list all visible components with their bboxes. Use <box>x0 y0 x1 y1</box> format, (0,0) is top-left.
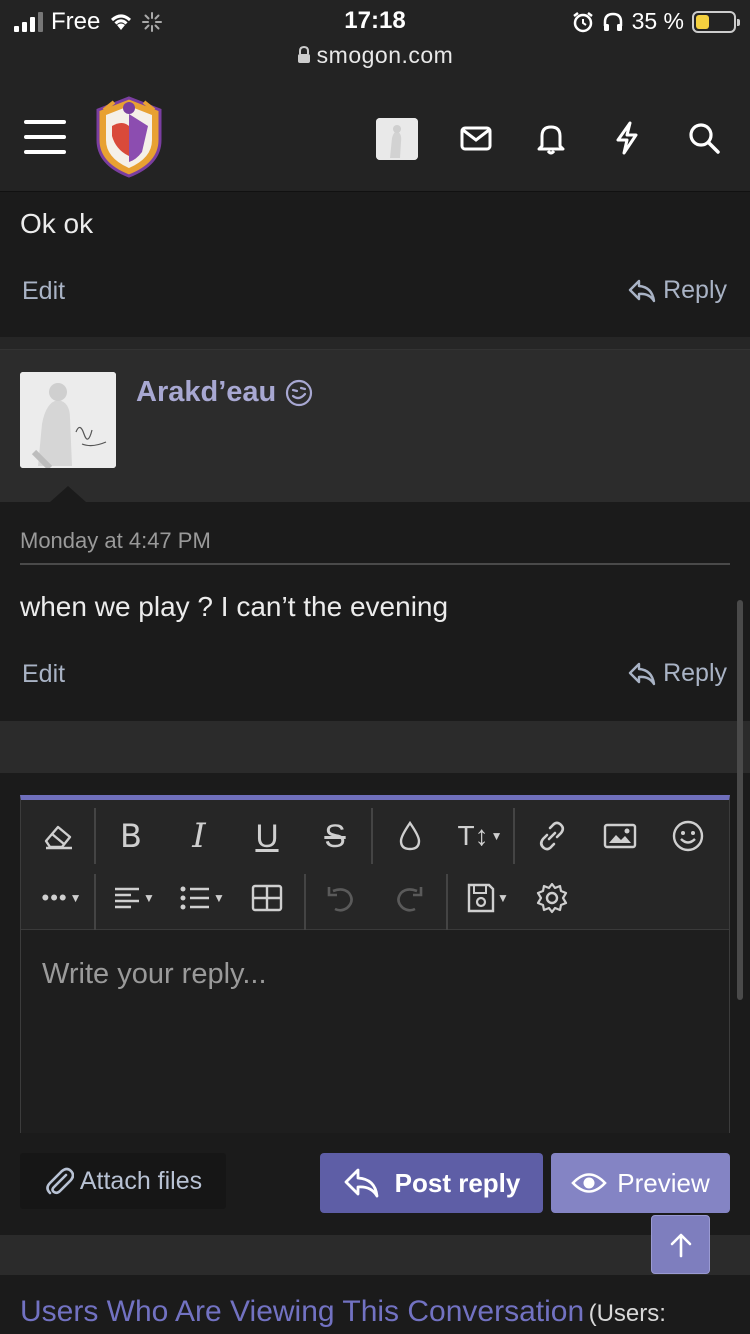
text-size-icon[interactable]: T↕ ▼ <box>451 812 509 860</box>
underline-icon[interactable]: U <box>243 812 291 860</box>
message-text: Ok ok <box>20 208 94 239</box>
message-date[interactable]: Monday at 4:47 PM <box>20 528 211 554</box>
editor-toolbar: B I U S T↕ ▼ ••• ▼ ▼ ▼ ▼ <box>21 800 729 930</box>
battery-fill <box>696 14 709 29</box>
preview-button[interactable]: Preview <box>551 1153 730 1213</box>
eraser-icon[interactable] <box>35 812 83 860</box>
reply-label: Reply <box>663 659 727 687</box>
mail-icon[interactable] <box>458 120 494 156</box>
smiley-icon[interactable] <box>664 812 712 860</box>
alarm-icon <box>572 11 593 32</box>
viewers-section: Users Who Are Viewing This Conversation … <box>0 1275 750 1334</box>
site-logo[interactable] <box>92 96 166 178</box>
site-header <box>0 80 750 192</box>
list-icon[interactable]: ▼ <box>173 874 231 922</box>
search-icon[interactable] <box>686 120 722 156</box>
headphones-icon <box>603 12 622 31</box>
eye-icon <box>571 1173 608 1193</box>
settings-icon[interactable] <box>528 874 576 922</box>
image-icon[interactable] <box>596 812 644 860</box>
toolbar-divider <box>304 874 306 930</box>
lock-icon <box>297 45 310 63</box>
section-separator <box>0 721 750 773</box>
viewers-heading: Users Who Are Viewing This Conversation … <box>20 1295 666 1329</box>
viewers-title[interactable]: Users Who Are Viewing This Conversation <box>20 1295 584 1328</box>
edit-link[interactable]: Edit <box>22 277 65 306</box>
toolbar-divider <box>371 808 373 864</box>
date-divider <box>20 563 730 565</box>
post-reply-label: Post reply <box>394 1167 521 1198</box>
paperclip-icon <box>46 1167 74 1195</box>
previous-message: Ok ok Edit Reply <box>0 192 750 337</box>
page-scrollbar[interactable] <box>737 600 743 1000</box>
color-drop-icon[interactable] <box>386 812 434 860</box>
lightning-icon[interactable] <box>609 120 645 156</box>
reply-icon <box>628 662 656 685</box>
reply-placeholder: Write your reply... <box>42 958 267 990</box>
attach-files-label: Attach files <box>79 1166 203 1195</box>
avatar[interactable] <box>20 372 116 468</box>
reply-link[interactable]: Reply <box>627 659 727 688</box>
arrow-up-icon <box>670 1233 691 1257</box>
section-separator <box>0 1235 750 1275</box>
reply-icon <box>628 279 656 302</box>
preview-label: Preview <box>617 1167 710 1198</box>
bold-icon[interactable]: B <box>107 812 155 860</box>
message-text: when we play ? I can’t the evening <box>20 591 449 622</box>
battery-icon <box>692 10 740 33</box>
toolbar-divider <box>94 808 96 864</box>
message-body: Monday at 4:47 PM when we play ? I can’t… <box>0 502 750 721</box>
rich-text-editor: B I U S T↕ ▼ ••• ▼ ▼ ▼ ▼ Write your repl… <box>20 795 730 1133</box>
message-separator <box>0 337 750 350</box>
toolbar-divider <box>513 808 515 864</box>
undo-icon[interactable] <box>317 874 365 922</box>
italic-icon[interactable]: I <box>175 812 223 860</box>
reply-label: Reply <box>663 276 727 304</box>
save-draft-icon[interactable]: ▼ <box>459 874 517 922</box>
toolbar-divider <box>94 874 96 930</box>
link-icon[interactable] <box>528 812 576 860</box>
align-icon[interactable]: ▼ <box>105 874 163 922</box>
bell-icon[interactable] <box>533 120 569 156</box>
status-smiley-icon <box>286 379 313 406</box>
menu-icon[interactable] <box>24 120 66 154</box>
table-icon[interactable] <box>243 874 291 922</box>
attach-files-button[interactable]: Attach files <box>20 1153 226 1209</box>
url-text: smogon.com <box>316 42 454 68</box>
strikethrough-icon[interactable]: S <box>311 812 359 860</box>
username[interactable]: Arakd’eau <box>136 376 314 409</box>
battery-percent: 35 % <box>631 8 684 34</box>
reply-link[interactable]: Reply <box>627 276 727 305</box>
toolbar-divider <box>446 874 448 930</box>
reply-textarea[interactable]: Write your reply... <box>21 930 729 1133</box>
username-text: Arakd’eau <box>136 376 277 408</box>
post-reply-button[interactable]: Post reply <box>320 1153 543 1213</box>
message-user-header: Arakd’eau <box>0 350 750 502</box>
viewers-count: (Users: <box>588 1300 666 1327</box>
redo-icon[interactable] <box>385 874 433 922</box>
status-bar: Free 17:18 smogon.com 35 % <box>0 0 750 80</box>
user-avatar[interactable] <box>376 118 418 160</box>
edit-link[interactable]: Edit <box>22 660 65 689</box>
message-pointer <box>50 486 86 502</box>
quick-reply: B I U S T↕ ▼ ••• ▼ ▼ ▼ ▼ Write your repl… <box>0 773 750 1235</box>
reply-icon <box>344 1168 379 1198</box>
url-bar[interactable]: smogon.com <box>0 42 750 69</box>
more-icon[interactable]: ••• ▼ <box>33 874 91 922</box>
status-right: 35 % <box>572 8 740 35</box>
scroll-to-top-button[interactable] <box>651 1215 710 1274</box>
